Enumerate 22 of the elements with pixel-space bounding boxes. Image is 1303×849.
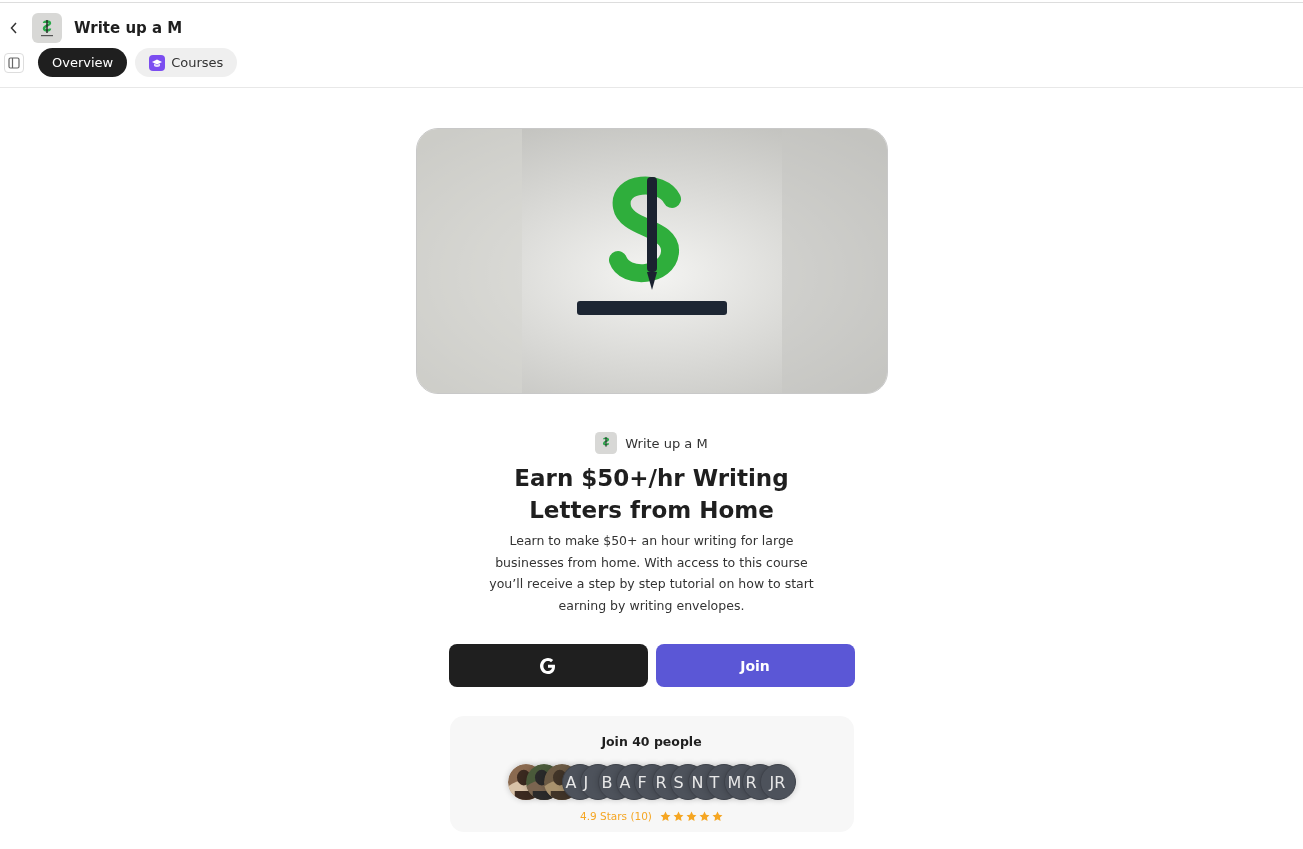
star-icon <box>659 810 671 822</box>
headline: Earn $50+/hr Writing Letters from Home <box>513 464 790 525</box>
graduation-cap-icon <box>149 54 166 71</box>
sidebar-toggle-icon[interactable] <box>4 52 24 73</box>
back-icon[interactable] <box>10 22 18 34</box>
tab[interactable]: Overview <box>38 48 128 77</box>
description: Learn to make $50+ an hour writing for large businesses from home. With access to this course you’ll receive a step by step tutorial on how to start earning by writing envelopes. <box>488 532 815 615</box>
join-button[interactable]: Join <box>655 644 855 687</box>
tab[interactable]: Courses <box>135 48 238 77</box>
star-icon <box>698 810 710 822</box>
star-icon <box>711 810 723 822</box>
star-icon <box>672 810 684 822</box>
rating-text: 4.9 Stars (10) <box>580 810 652 822</box>
avatar: JR <box>759 764 796 800</box>
group-name: Write up a M <box>625 435 708 451</box>
google-sign-in-button[interactable] <box>448 644 648 687</box>
members-title: Join 40 people <box>601 734 702 749</box>
group-logo-icon <box>595 432 618 454</box>
group-logo-icon <box>32 13 62 43</box>
group-title: Write up a M <box>74 19 183 37</box>
google-icon <box>539 656 557 675</box>
star-icon <box>685 810 697 822</box>
